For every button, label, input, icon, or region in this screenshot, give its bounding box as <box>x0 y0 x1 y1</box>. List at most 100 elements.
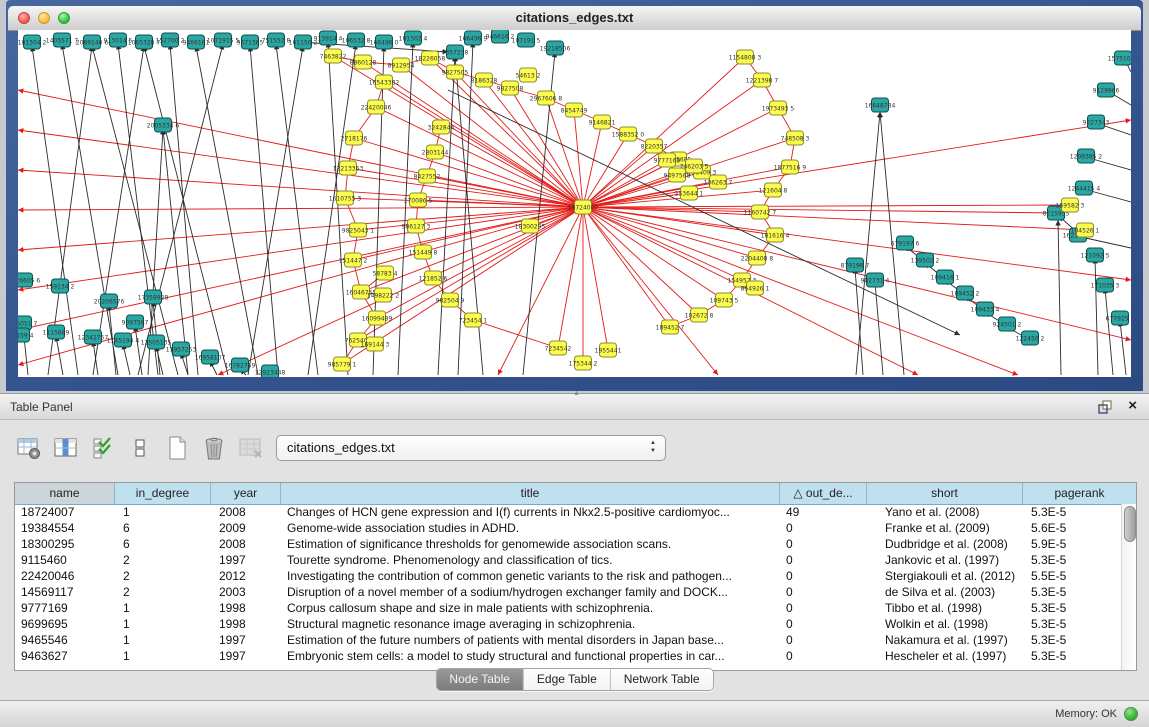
network-window-titlebar[interactable]: citations_edges.txt <box>8 6 1141 31</box>
row-height-icon[interactable] <box>127 435 153 461</box>
scrollbar-thumb[interactable] <box>1124 506 1136 542</box>
graph-node[interactable]: 1405571 7 <box>46 33 79 47</box>
table-row[interactable]: 1456911722003Disruption of a novel membe… <box>15 584 1121 600</box>
graph-node[interactable]: 166496 9 <box>459 31 488 45</box>
graph-node[interactable]: 12342757 <box>78 330 109 344</box>
table-row[interactable]: 1830029562008Estimation of significance … <box>15 536 1121 552</box>
table-row[interactable]: 946554611997Estimation of the future num… <box>15 632 1121 648</box>
graph-node[interactable]: 1610755 3 <box>329 191 362 205</box>
graph-node[interactable]: 109743 5 <box>710 293 739 307</box>
tab-node-table[interactable]: Node Table <box>436 669 524 690</box>
graph-node[interactable]: 982504 9 <box>436 293 465 307</box>
table-row[interactable]: 1872400712008Changes of HCN gene express… <box>15 504 1121 520</box>
graph-node[interactable]: 15751074 <box>1108 51 1131 65</box>
graph-node[interactable]: 723454 1 <box>459 313 488 327</box>
graph-node[interactable]: 2526605 6 <box>18 273 40 287</box>
graph-node[interactable]: 109433 4 <box>971 302 1000 316</box>
graph-node[interactable]: 16958107 <box>195 350 226 364</box>
graph-node[interactable]: 181304 2 <box>18 35 46 49</box>
graph-node[interactable]: 2718176 <box>341 131 368 145</box>
table-row[interactable]: 969969511998Structural magnetic resonanc… <box>15 616 1121 632</box>
table-selector-dropdown[interactable]: citations_edges.txt ▲▼ <box>276 435 666 461</box>
graph-node[interactable]: 946616 2 <box>486 30 515 43</box>
graph-node[interactable]: 121604 8 <box>759 183 788 197</box>
graph-node[interactable]: 986127 3 <box>402 219 431 233</box>
graph-node[interactable]: 9827508 <box>497 81 524 95</box>
graph-node[interactable]: 189452 2 <box>951 286 980 300</box>
graph-node[interactable]: 159134 2 <box>46 279 75 293</box>
graph-node[interactable]: 1221398 7 <box>746 73 779 87</box>
table-scrollbar[interactable] <box>1121 504 1136 670</box>
column-header-in_degree[interactable]: in_degree <box>115 483 211 504</box>
table-row[interactable]: 2242004622012Investigating the contribut… <box>15 568 1121 584</box>
delete-trash-icon[interactable] <box>201 435 227 461</box>
network-canvas[interactable]: 181304 21405571 72089140 6913014 5106532… <box>18 30 1131 377</box>
table-row[interactable]: 977716911998Corpus callosum shape and si… <box>15 600 1121 616</box>
column-header-name[interactable]: name <box>15 483 115 504</box>
graph-node[interactable]: 171035 3 <box>1091 278 1120 292</box>
column-header-short[interactable]: short <box>867 483 1023 504</box>
column-header-year[interactable]: year <box>211 483 281 504</box>
graph-node[interactable]: 679197 6 <box>891 236 920 250</box>
graph-node[interactable]: 1973493 5 <box>762 101 795 115</box>
graph-node[interactable]: 1209385 2 <box>1070 149 1103 163</box>
graph-node[interactable]: 751552 8 <box>262 33 291 47</box>
graph-node[interactable]: 1154808 3 <box>729 50 762 64</box>
column-header-pagerank[interactable]: pagerank <box>1023 483 1136 504</box>
graph-node[interactable]: 19218506 <box>540 41 571 55</box>
graph-node[interactable]: 54613 2 <box>516 68 541 82</box>
graph-node[interactable]: 16648784 <box>865 98 896 112</box>
graph-node[interactable]: 1071915 5 <box>207 33 240 47</box>
graph-node[interactable]: 8186328 <box>471 73 498 87</box>
graph-node[interactable]: 748508 3 <box>781 131 810 145</box>
column-header-title[interactable]: title <box>281 483 780 504</box>
split-handle-icon[interactable]: ▴ <box>575 388 579 397</box>
graph-node[interactable]: 16099489 <box>362 311 393 325</box>
graph-node[interactable]: 151449 8 <box>409 245 438 259</box>
graph-node[interactable]: 2803144 <box>422 145 449 159</box>
graph-node[interactable]: 9129966 <box>1093 83 1120 97</box>
graph-node[interactable]: 12923448 <box>255 365 286 377</box>
graph-node[interactable]: 7463822 <box>320 49 347 63</box>
graph-node[interactable]: 1955441 <box>595 343 622 357</box>
graph-node[interactable]: 8912954 <box>388 58 415 72</box>
graph-node[interactable]: 181302 4 <box>399 31 428 45</box>
graph-node[interactable]: 102672 8 <box>685 308 714 322</box>
graph-node[interactable]: 1244415 4 <box>1068 181 1101 195</box>
graph-node[interactable]: 9466161 <box>183 35 210 49</box>
table-settings-icon[interactable] <box>16 435 42 461</box>
graph-node[interactable]: 121092 5 <box>1081 248 1110 262</box>
graph-node[interactable]: 7357238 <box>442 45 469 59</box>
graph-node[interactable]: 924501 2 <box>993 317 1022 331</box>
graph-node[interactable]: 1115689 <box>43 325 70 339</box>
graph-node[interactable]: 175344 2 <box>569 356 598 370</box>
select-all-checklist-icon[interactable] <box>90 435 116 461</box>
graph-node[interactable]: 7234542 <box>545 341 572 355</box>
graph-node[interactable]: 17359928 <box>138 290 169 304</box>
table-row[interactable]: 1938455462009Genome-wide association stu… <box>15 520 1121 536</box>
graph-node[interactable]: 9097587 <box>122 315 149 329</box>
graph-node[interactable]: 109416 1 <box>931 270 960 284</box>
graph-node[interactable]: 39159 4 <box>18 328 34 342</box>
network-graph[interactable]: 181304 21405571 72089140 6913014 5106532… <box>18 30 1131 377</box>
graph-node[interactable]: 139502 2 <box>911 253 940 267</box>
graph-node[interactable]: 8427552 <box>414 169 441 183</box>
graph-node[interactable]: 107191 5 <box>512 33 541 47</box>
graph-node[interactable]: 677925 2 <box>1106 311 1131 325</box>
float-panel-icon[interactable] <box>1097 399 1113 415</box>
tab-network-table[interactable]: Network Table <box>611 669 713 690</box>
graph-node[interactable]: 189452 7 <box>656 320 685 334</box>
table-row[interactable]: 911546021997Tourette syndrome. Phenomeno… <box>15 552 1121 568</box>
graph-node[interactable]: 9671385 <box>237 35 264 49</box>
graph-node[interactable]: 2005334 6 <box>147 118 180 132</box>
graph-node[interactable]: 985779 1 <box>328 357 357 371</box>
graph-node[interactable]: 9146821 <box>589 115 616 129</box>
tab-edge-table[interactable]: Edge Table <box>524 669 611 690</box>
table-row[interactable]: 946362711997Embryonic stem cells: a mode… <box>15 648 1121 664</box>
graph-node[interactable]: 122450 2 <box>1016 331 1045 345</box>
graph-node[interactable]: 58783 4 <box>373 266 398 280</box>
graph-node[interactable]: 2204408 8 <box>741 251 774 265</box>
graph-node[interactable]: 20206576 <box>94 294 125 308</box>
close-panel-icon[interactable]: × <box>1128 397 1137 414</box>
show-column-icon[interactable] <box>53 435 79 461</box>
